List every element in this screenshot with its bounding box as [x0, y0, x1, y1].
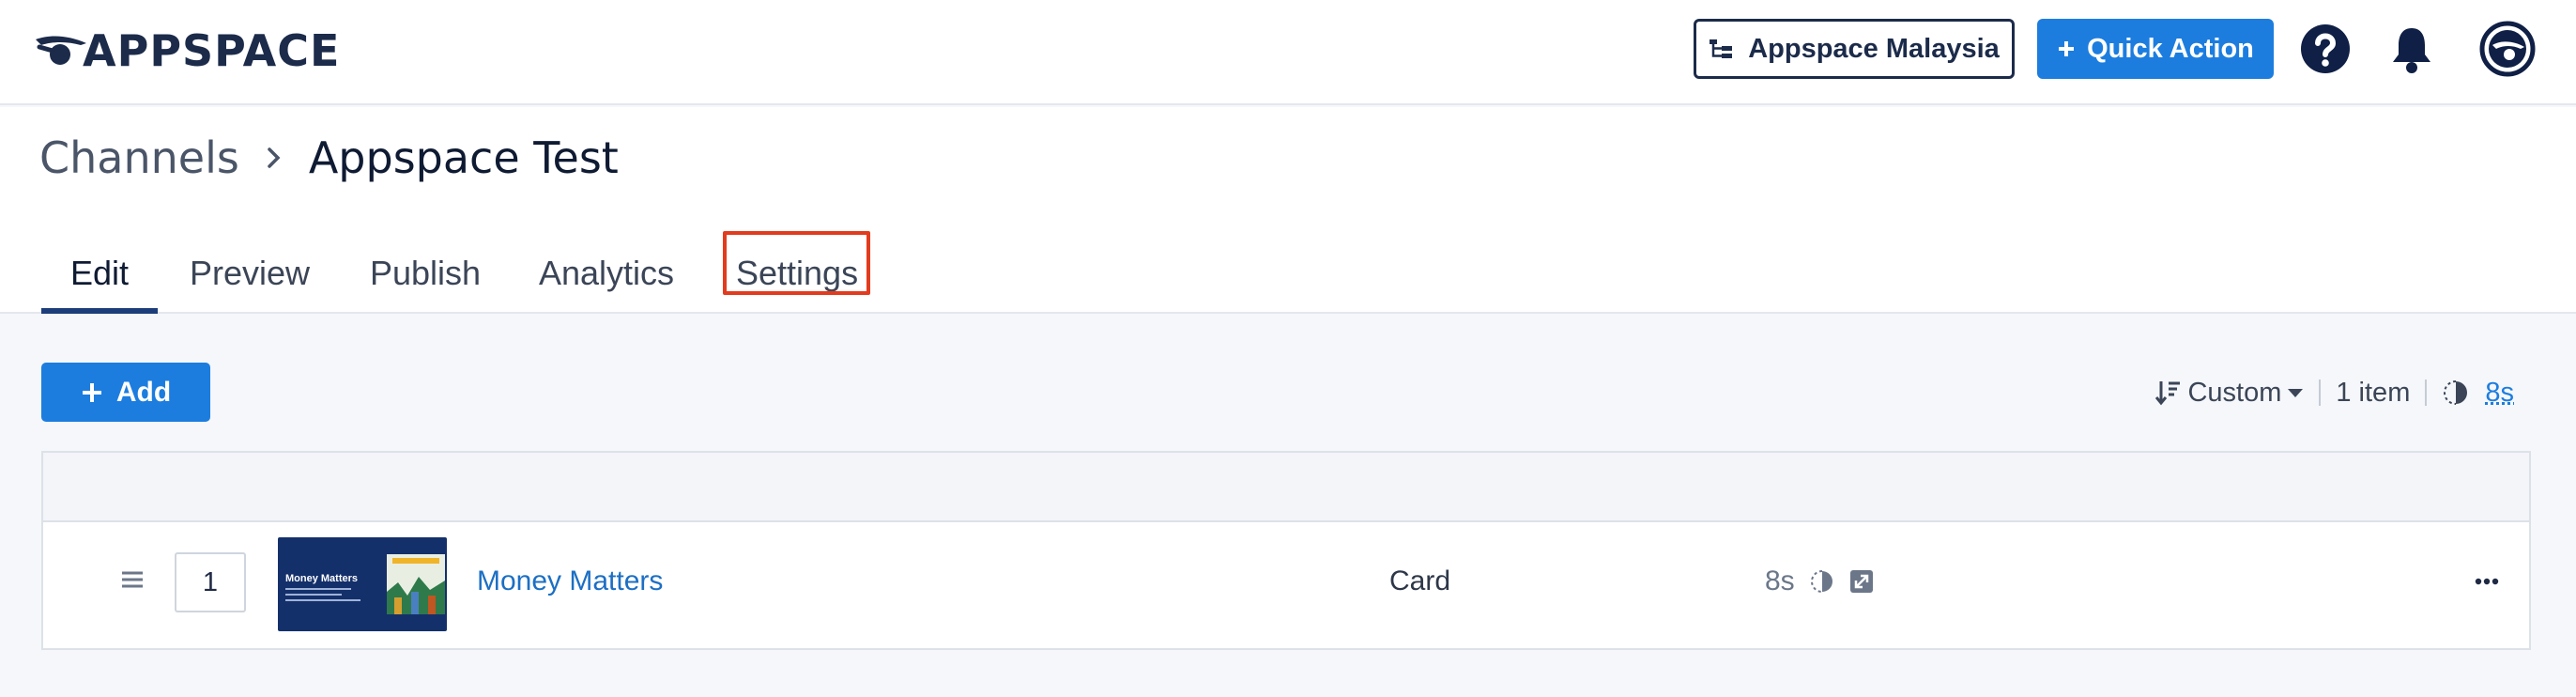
top-header: APPSPACE Appspace Malaysia Quick Action — [0, 0, 2576, 105]
playlist-toolbar: Custom 1 item 8s — [2155, 370, 2514, 415]
tab-publish[interactable]: Publish — [370, 224, 481, 314]
thumbnail-illustration-icon — [387, 554, 445, 614]
add-button[interactable]: Add — [41, 363, 210, 422]
playlist-table: Money Matters Money Matters Card 8s — [41, 451, 2531, 650]
quick-action-button[interactable]: Quick Action — [2037, 19, 2274, 79]
more-options-icon[interactable] — [2473, 569, 2501, 594]
appspace-logo[interactable]: APPSPACE — [32, 25, 341, 76]
table-row[interactable]: Money Matters Money Matters Card 8s — [43, 522, 2529, 650]
item-count: 1 item — [2336, 377, 2411, 408]
sort-dropdown[interactable]: Custom — [2155, 378, 2304, 409]
content-thumbnail[interactable]: Money Matters — [278, 537, 447, 631]
plus-icon — [82, 382, 101, 402]
tab-edit[interactable]: Edit — [41, 224, 158, 314]
sort-label: Custom — [2187, 377, 2282, 408]
content-title-link[interactable]: Money Matters — [477, 565, 663, 597]
order-input[interactable] — [175, 552, 246, 612]
tab-label: Analytics — [539, 254, 675, 292]
thumbnail-text-lines — [285, 588, 360, 605]
divider — [2425, 379, 2428, 406]
quick-action-label: Quick Action — [2087, 33, 2254, 64]
logo-mark-icon — [36, 36, 86, 65]
total-duration-link[interactable]: 8s — [2485, 378, 2514, 409]
tab-label: Preview — [190, 254, 311, 292]
plus-icon — [2059, 41, 2075, 56]
channel-header: Channels Appspace Test Edit Preview Publ… — [0, 107, 2576, 314]
bell-icon[interactable] — [2385, 23, 2438, 75]
tab-label: Publish — [370, 254, 482, 292]
caret-down-icon — [2288, 389, 2304, 397]
breadcrumb-channels-link[interactable]: Channels — [39, 132, 239, 183]
avatar-icon[interactable] — [2479, 21, 2536, 77]
drag-handle-icon[interactable] — [120, 567, 145, 592]
tab-preview[interactable]: Preview — [190, 224, 310, 314]
active-tab-indicator — [41, 308, 158, 314]
content-duration: 8s — [1765, 565, 1795, 596]
sort-icon — [2155, 381, 2181, 406]
thumbnail-title: Money Matters — [285, 573, 359, 584]
tab-analytics[interactable]: Analytics — [539, 224, 674, 314]
logo-text: APPSPACE — [83, 25, 341, 76]
content-type: Card — [1389, 565, 1451, 596]
transition-icon — [2444, 380, 2468, 405]
chevron-right-icon — [268, 147, 281, 168]
tab-label: Edit — [69, 254, 130, 292]
tab-label: Settings — [736, 254, 859, 292]
fit-to-screen-icon — [1850, 570, 1873, 593]
breadcrumb: Channels Appspace Test — [39, 128, 619, 188]
help-icon[interactable] — [2299, 23, 2352, 75]
table-header — [43, 453, 2529, 522]
org-tree-icon — [1710, 39, 1733, 58]
org-selector-button[interactable]: Appspace Malaysia — [1694, 19, 2015, 79]
tab-settings[interactable]: Settings — [736, 224, 858, 314]
add-label: Add — [115, 376, 172, 408]
page-title: Appspace Test — [308, 132, 619, 183]
transition-icon — [1811, 570, 1832, 593]
divider — [2319, 379, 2322, 406]
org-selector-label: Appspace Malaysia — [1748, 33, 2000, 64]
